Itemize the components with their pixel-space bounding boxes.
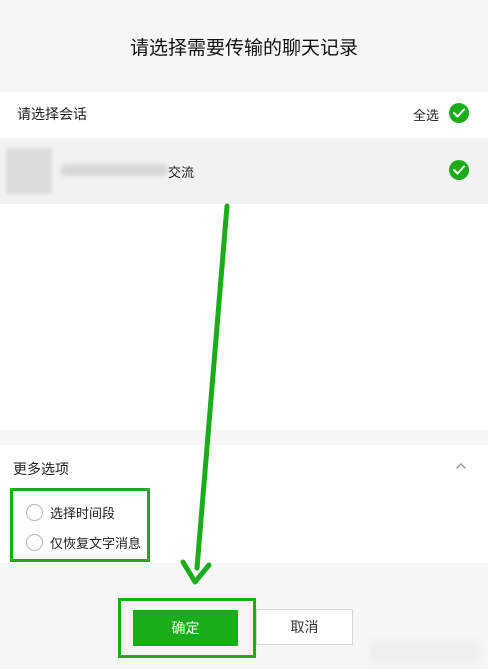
chat-list-header: 请选择会话 全选 xyxy=(0,92,488,136)
dialog-title: 请选择需要传输的聊天记录 xyxy=(0,0,488,92)
chevron-up-icon[interactable] xyxy=(454,459,468,473)
check-icon xyxy=(453,108,465,118)
option-text-only[interactable]: 仅恢复文字消息 xyxy=(26,533,141,552)
cancel-button[interactable]: 取消 xyxy=(256,609,353,645)
chat-item-check-icon[interactable] xyxy=(449,160,469,180)
select-all-check-icon[interactable] xyxy=(449,103,469,123)
watermark-redacted xyxy=(370,640,480,664)
chat-name-redacted xyxy=(60,164,168,176)
more-options-title: 更多选项 xyxy=(13,462,69,478)
option-text-only-label: 仅恢复文字消息 xyxy=(50,537,142,552)
chat-list-item[interactable]: 交流 xyxy=(0,138,488,204)
check-icon xyxy=(453,165,465,175)
radio-icon[interactable] xyxy=(26,534,43,551)
dialog-title-text: 请选择需要传输的聊天记录 xyxy=(129,36,358,59)
chat-name: 交流 xyxy=(168,166,195,181)
more-options-panel: 更多选项 选择时间段 仅恢复文字消息 xyxy=(0,445,488,563)
option-time-range[interactable]: 选择时间段 xyxy=(26,503,115,522)
option-time-range-label: 选择时间段 xyxy=(50,507,116,522)
avatar xyxy=(6,148,52,194)
radio-icon[interactable] xyxy=(26,504,43,521)
select-all-label[interactable]: 全选 xyxy=(413,105,439,124)
confirm-button[interactable]: 确定 xyxy=(133,610,238,646)
chat-list-panel: 请选择会话 全选 交流 xyxy=(0,92,488,430)
chat-list-label: 请选择会话 xyxy=(17,107,87,123)
